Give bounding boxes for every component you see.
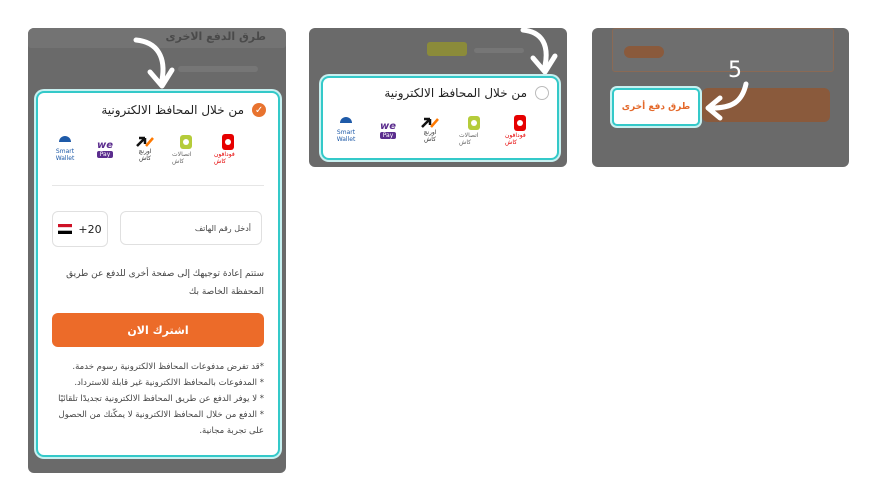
vodafone-cash-icon: فودافون كاش: [214, 133, 242, 165]
tutorial-panel-1: طرق الدفع الاخرى ✓ من خلال المحافظ الالك…: [28, 28, 286, 473]
orange-cash-icon: اورنچ كاش: [132, 136, 158, 162]
wallet-option[interactable]: ✓ من خلال المحافظ الالكترونية: [101, 103, 266, 117]
radio-unchecked-icon[interactable]: [535, 86, 549, 100]
wallet-logos: Smart Wallet we Pay اورنچ كاش اتصالات كاش…: [52, 133, 242, 165]
subscribe-button[interactable]: اشترك الان: [52, 313, 264, 347]
wallet-option-label: من خلال المحافظ الالكترونية: [384, 86, 527, 100]
etisalat-cash-icon: اتصالات كاش: [172, 133, 200, 165]
other-payment-methods-button[interactable]: طرق دفع أخرى: [612, 88, 700, 126]
divider: [52, 185, 264, 186]
orange-cash-icon: اورنچ كاش: [417, 117, 443, 143]
background-pill: [624, 46, 664, 58]
wallet-option-card: من خلال المحافظ الالكترونية Smart Wallet…: [321, 76, 559, 160]
country-code: +20: [78, 222, 102, 236]
phone-input[interactable]: أدخل رقم الهاتف: [120, 211, 262, 245]
disclaimer-list: *قد تفرض مدفوعات المحافظ الالكترونية رسو…: [52, 359, 264, 439]
country-code-selector[interactable]: +20: [52, 211, 108, 247]
etisalat-cash-icon: اتصالات كاش: [459, 114, 489, 146]
disclaimer-4: * الدفع من خلال المحافظ الالكترونية لا ي…: [58, 410, 264, 436]
background-line: [178, 66, 258, 72]
redirect-note: ستتم إعادة توجيهك إلى صفحة أخرى للدفع عن…: [66, 269, 264, 297]
wallet-logos: Smart Wallet we Pay اورنچ كاش اتصالات كاش…: [333, 114, 535, 146]
radio-checked-icon[interactable]: ✓: [252, 103, 266, 117]
disclaimer-3: * لا يوفر الدفع عن طريق المحافظ الالكترو…: [58, 394, 264, 404]
smart-wallet-icon: Smart Wallet: [333, 117, 359, 143]
disclaimer-1: *قد تفرض مدفوعات المحافظ الالكترونية رسو…: [72, 362, 264, 372]
wallet-option[interactable]: من خلال المحافظ الالكترونية: [384, 86, 549, 100]
tutorial-panel-2: من خلال المحافظ الالكترونية Smart Wallet…: [309, 28, 567, 167]
disclaimer-2: * المدفوعات بالمحافظ الالكترونية غير قاب…: [74, 378, 264, 388]
tutorial-panel-3: طرق دفع أخرى 5: [592, 28, 849, 167]
pointer-arrow-icon: [705, 81, 749, 121]
pointer-arrow-icon: [520, 28, 558, 75]
wallet-payment-card: ✓ من خلال المحافظ الالكترونية Smart Wall…: [36, 91, 280, 457]
we-pay-icon: we Pay: [379, 121, 397, 139]
egypt-flag-icon: [58, 224, 73, 234]
vodafone-cash-icon: فودافون كاش: [505, 114, 535, 146]
wallet-option-label: من خلال المحافظ الالكترونية: [101, 103, 244, 117]
background-badge: [427, 42, 467, 56]
we-pay-icon: we Pay: [96, 140, 114, 158]
smart-wallet-icon: Smart Wallet: [52, 136, 78, 162]
background-title: طرق الدفع الاخرى: [165, 30, 266, 43]
pointer-arrow-icon: [133, 37, 175, 89]
phone-placeholder: أدخل رقم الهاتف: [194, 223, 251, 233]
